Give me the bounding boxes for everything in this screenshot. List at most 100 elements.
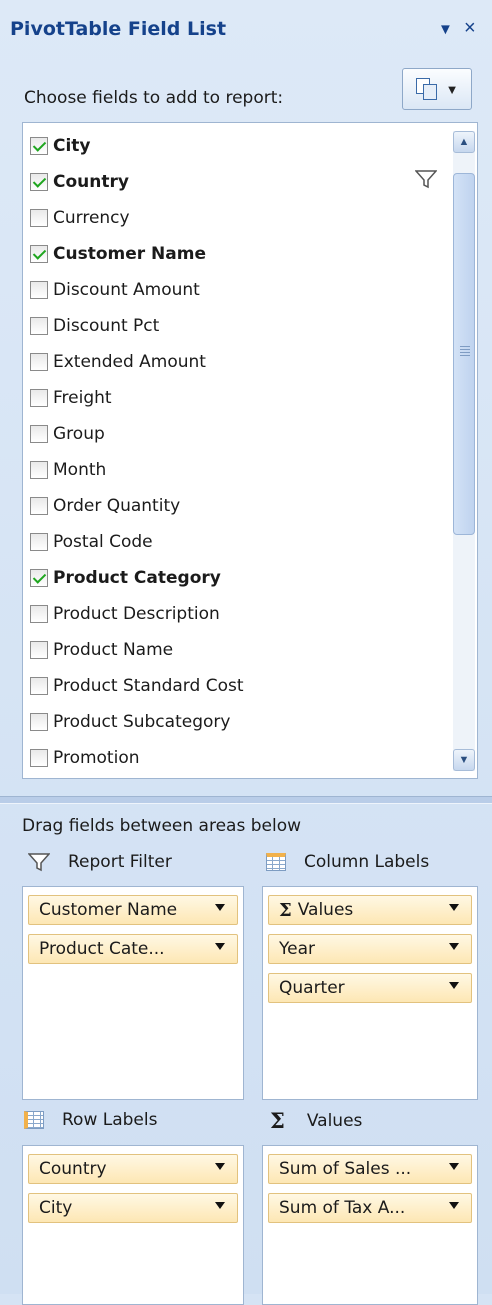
row-labels-header: Row Labels [24, 1110, 157, 1130]
checkbox-checked[interactable] [30, 173, 48, 191]
field-list-item[interactable]: Customer Name [30, 239, 206, 269]
field-label: Product Standard Cost [53, 676, 244, 696]
values-label: Values [306, 1110, 363, 1131]
checkbox[interactable] [30, 209, 48, 227]
checkbox[interactable] [30, 281, 48, 299]
field-label: Order Quantity [53, 496, 181, 516]
values-area[interactable]: Sum of Sales ... Sum of Tax A... [262, 1145, 478, 1305]
field-label: Freight [53, 388, 112, 408]
checkbox[interactable] [30, 353, 48, 371]
checkbox[interactable] [30, 425, 48, 443]
field-list-item[interactable]: Product Subcategory [30, 707, 230, 737]
chip-label: Customer Name [39, 900, 178, 920]
scroll-thumb[interactable] [453, 173, 475, 535]
area-field-chip[interactable]: Year [268, 934, 472, 964]
checkbox-checked[interactable] [30, 137, 48, 155]
chip-label: Quarter [279, 978, 345, 998]
checkbox[interactable] [30, 497, 48, 515]
chevron-down-icon[interactable] [449, 943, 459, 950]
chip-label: Country [39, 1159, 107, 1179]
field-list: ▲ ▼ City Country Currency Customer Name Disc… [22, 122, 478, 779]
area-field-chip[interactable]: Sum of Sales ... [268, 1154, 472, 1184]
filter-icon [415, 170, 437, 189]
field-label: Postal Code [53, 532, 153, 552]
field-list-item[interactable]: Month [30, 455, 106, 485]
checkbox[interactable] [30, 749, 48, 767]
field-list-item[interactable]: Product Name [30, 635, 173, 665]
scroll-down-button[interactable]: ▼ [453, 749, 475, 771]
field-list-item[interactable]: Product Category [30, 563, 221, 593]
area-field-chip[interactable]: Σ Values [268, 895, 472, 925]
chevron-down-icon[interactable] [215, 1202, 225, 1209]
pane-options-icon[interactable]: ▼ [438, 18, 453, 42]
chip-label: Year [279, 939, 315, 959]
field-list-item[interactable]: Group [30, 419, 105, 449]
chip-label: City [39, 1198, 73, 1218]
checkbox[interactable] [30, 677, 48, 695]
checkbox[interactable] [30, 641, 48, 659]
checkbox[interactable] [30, 713, 48, 731]
field-list-item[interactable]: Order Quantity [30, 491, 180, 521]
field-list-item[interactable]: Country [30, 167, 129, 197]
layout-button[interactable]: ▼ [402, 68, 472, 110]
chevron-down-icon: ▼ [445, 81, 459, 97]
field-list-item[interactable]: Discount Pct [30, 311, 159, 341]
layout-icon [415, 78, 437, 100]
chevron-down-icon[interactable] [449, 982, 459, 989]
chip-label: Values [297, 900, 354, 920]
report-filter-area[interactable]: Customer Name Product Cate... [22, 886, 244, 1100]
field-label: Product Description [53, 604, 220, 624]
field-label: Discount Amount [53, 280, 200, 300]
row-labels-label: Row Labels [62, 1110, 158, 1130]
area-field-chip[interactable]: Product Cate... [28, 934, 238, 964]
chevron-down-icon[interactable] [215, 943, 225, 950]
field-list-item[interactable]: Extended Amount [30, 347, 206, 377]
field-list-item[interactable]: Product Standard Cost [30, 671, 244, 701]
drag-fields-label: Drag fields between areas below [22, 816, 301, 836]
pane-title: PivotTable Field List [10, 18, 227, 40]
chevron-down-icon[interactable] [215, 1163, 225, 1170]
checkbox[interactable] [30, 605, 48, 623]
area-field-chip[interactable]: City [28, 1193, 238, 1223]
field-list-item[interactable]: Product Description [30, 599, 220, 629]
pane-splitter[interactable] [0, 796, 492, 804]
column-labels-icon [266, 853, 286, 871]
field-list-item[interactable]: Freight [30, 383, 112, 413]
close-icon[interactable]: × [464, 16, 476, 40]
column-labels-area[interactable]: Σ Values Year Quarter [262, 886, 478, 1100]
field-list-item[interactable]: Promotion [30, 743, 140, 773]
chip-label: Sum of Tax A... [279, 1198, 406, 1218]
field-list-item[interactable]: City [30, 131, 91, 161]
field-label: Extended Amount [53, 352, 206, 372]
checkbox[interactable] [30, 533, 48, 551]
row-labels-area[interactable]: Country City [22, 1145, 244, 1305]
checkbox[interactable] [30, 317, 48, 335]
title-bar: PivotTable Field List ▼ × [0, 0, 492, 58]
column-labels-header: Column Labels [266, 852, 429, 872]
field-list-scrollbar[interactable]: ▲ ▼ [453, 131, 475, 771]
scroll-up-button[interactable]: ▲ [453, 131, 475, 153]
checkbox-checked[interactable] [30, 569, 48, 587]
values-header: Σ Values [270, 1108, 362, 1133]
chevron-down-icon[interactable] [449, 1163, 459, 1170]
field-list-item[interactable]: Currency [30, 203, 130, 233]
area-field-chip[interactable]: Sum of Tax A... [268, 1193, 472, 1223]
area-field-chip[interactable]: Customer Name [28, 895, 238, 925]
field-list-item[interactable]: Discount Amount [30, 275, 200, 305]
checkbox-checked[interactable] [30, 245, 48, 263]
area-field-chip[interactable]: Country [28, 1154, 238, 1184]
choose-fields-label: Choose fields to add to report: [24, 88, 284, 108]
report-filter-label: Report Filter [68, 852, 172, 872]
field-label: Group [53, 424, 105, 444]
row-labels-icon [24, 1111, 44, 1129]
field-label: Month [53, 460, 107, 480]
chevron-down-icon[interactable] [449, 1202, 459, 1209]
field-label: Customer Name [53, 244, 206, 264]
area-field-chip[interactable]: Quarter [268, 973, 472, 1003]
chevron-down-icon[interactable] [449, 904, 459, 911]
field-list-item[interactable]: Postal Code [30, 527, 153, 557]
checkbox[interactable] [30, 461, 48, 479]
checkbox[interactable] [30, 389, 48, 407]
chevron-down-icon[interactable] [215, 904, 225, 911]
field-label: Promotion [53, 748, 140, 768]
